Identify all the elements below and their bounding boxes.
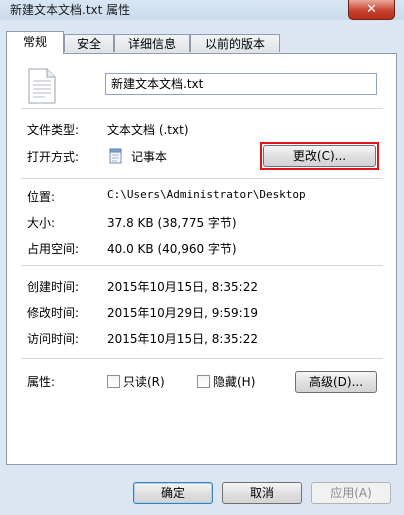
filename-input[interactable]: 新建文本文档.txt: [105, 73, 377, 95]
readonly-label[interactable]: 只读(R): [123, 373, 165, 390]
size-value: 37.8 KB (38,775 字节): [107, 216, 237, 230]
accessed-value: 2015年10月15日, 8:35:22: [107, 332, 258, 346]
window-title: 新建文本文档.txt 属性: [10, 3, 131, 17]
attributes-label: 属性:: [27, 375, 56, 389]
opens-with-value: 记事本: [131, 150, 168, 164]
text-file-icon: [28, 68, 56, 104]
opens-with-label: 打开方式:: [27, 150, 80, 164]
hidden-checkbox[interactable]: [197, 375, 210, 388]
notepad-icon: [109, 148, 122, 164]
accessed-label: 访问时间:: [27, 332, 80, 346]
file-type-label: 文件类型:: [27, 123, 80, 137]
size-on-disk-value: 40.0 KB (40,960 字节): [107, 242, 237, 256]
ok-button[interactable]: 确定: [133, 482, 213, 504]
change-button[interactable]: 更改(C)...: [263, 145, 376, 167]
file-type-value: 文本文档 (.txt): [107, 123, 189, 137]
modified-label: 修改时间:: [27, 306, 80, 320]
size-on-disk-label: 占用空间:: [27, 242, 80, 256]
tab-security[interactable]: 安全: [64, 34, 114, 52]
separator: [21, 178, 383, 179]
location-value: C:\Users\Administrator\Desktop: [107, 188, 306, 201]
tab-details[interactable]: 详细信息: [114, 34, 190, 52]
separator: [21, 265, 383, 266]
general-panel: 新建文本文档.txt 文件类型: 文本文档 (.txt) 打开方式: 记事本 更…: [6, 53, 397, 465]
hidden-label[interactable]: 隐藏(H): [213, 373, 255, 390]
location-label: 位置:: [27, 190, 56, 204]
close-icon: ✕: [366, 2, 377, 17]
size-label: 大小:: [27, 216, 56, 230]
tab-general[interactable]: 常规: [6, 31, 64, 54]
readonly-checkbox[interactable]: [107, 375, 120, 388]
tab-previous-versions[interactable]: 以前的版本: [190, 34, 280, 52]
created-label: 创建时间:: [27, 280, 80, 294]
apply-button[interactable]: 应用(A): [311, 482, 391, 504]
modified-value: 2015年10月29日, 9:59:19: [107, 306, 258, 320]
separator: [21, 358, 383, 359]
separator: [21, 108, 383, 109]
advanced-button[interactable]: 高级(D)...: [295, 371, 377, 393]
cancel-button[interactable]: 取消: [222, 482, 302, 504]
created-value: 2015年10月15日, 8:35:22: [107, 280, 258, 294]
close-button[interactable]: ✕: [348, 0, 395, 20]
